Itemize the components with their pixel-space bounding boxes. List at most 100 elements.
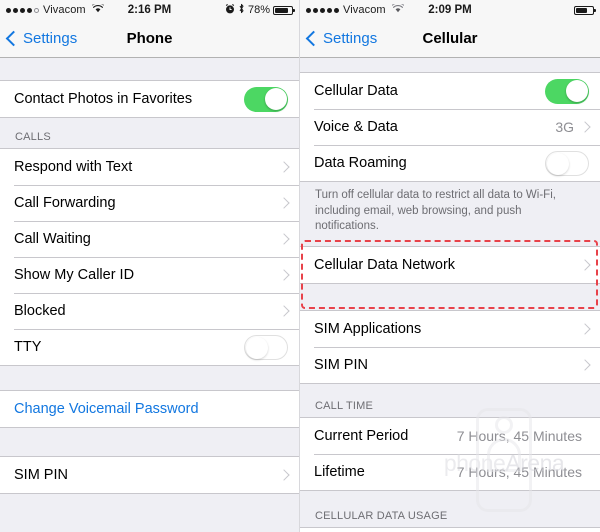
spacer-before-sim bbox=[300, 284, 600, 310]
chevron-left-icon bbox=[305, 30, 322, 47]
battery-icon bbox=[574, 5, 596, 15]
row-label: Show My Caller ID bbox=[14, 267, 135, 283]
row-label: TTY bbox=[14, 339, 42, 355]
row-call-time-current-period[interactable]: Current Period 7 Hours, 45 Minutes bbox=[300, 418, 600, 454]
group-calls: Respond with Text Call Forwarding Call W… bbox=[0, 148, 299, 366]
bluetooth-icon bbox=[238, 3, 245, 17]
wifi-icon bbox=[391, 2, 405, 16]
right-phone-screen: Vivacom 2:09 PM Settings Cellular Cellul… bbox=[300, 0, 600, 532]
group-sim-pin: SIM PIN bbox=[0, 456, 299, 494]
row-sim-pin[interactable]: SIM PIN bbox=[0, 457, 299, 493]
data-usage-header-area: CELLULAR DATA USAGE bbox=[300, 491, 600, 527]
group-contact-photos: Contact Photos in Favorites bbox=[0, 80, 299, 118]
alarm-icon bbox=[225, 3, 235, 17]
section-header-cellular-data-usage: CELLULAR DATA USAGE bbox=[315, 510, 448, 522]
row-change-voicemail-password[interactable]: Change Voicemail Password bbox=[0, 391, 299, 427]
row-data-roaming[interactable]: Data Roaming bbox=[300, 145, 600, 181]
carrier-name: Vivacom bbox=[343, 4, 386, 16]
back-button[interactable]: Settings bbox=[5, 30, 78, 47]
contact-photos-toggle[interactable] bbox=[244, 86, 288, 112]
row-label: SIM Applications bbox=[314, 321, 422, 337]
spacer-before-voicemail bbox=[0, 366, 299, 390]
row-contact-photos-in-favorites[interactable]: Contact Photos in Favorites bbox=[0, 81, 299, 117]
group-cellular-data-usage: Current Period 4.4 GB bbox=[300, 527, 600, 532]
left-settings-list[interactable]: Contact Photos in Favorites CALLS Respon… bbox=[0, 58, 299, 532]
row-data-usage-current-period[interactable]: Current Period 4.4 GB bbox=[300, 528, 600, 532]
cellular-data-footnote: Turn off cellular data to restrict all d… bbox=[315, 189, 556, 233]
chevron-right-icon bbox=[278, 305, 290, 317]
row-call-forwarding[interactable]: Call Forwarding bbox=[0, 185, 299, 221]
row-cellular-data[interactable]: Cellular Data bbox=[300, 73, 600, 109]
group-cellular-data-network: Cellular Data Network bbox=[300, 246, 600, 284]
row-sim-pin[interactable]: SIM PIN bbox=[300, 347, 600, 383]
group-voicemail: Change Voicemail Password bbox=[0, 390, 299, 428]
row-label: Call Waiting bbox=[14, 231, 91, 247]
row-label: Call Forwarding bbox=[14, 195, 116, 211]
tty-toggle[interactable] bbox=[244, 334, 288, 360]
group-sim: SIM Applications SIM PIN bbox=[300, 310, 600, 384]
left-phone-screen: Vivacom 2:16 PM 78% Settings Phone Conta… bbox=[0, 0, 300, 532]
row-label: Lifetime bbox=[314, 464, 365, 480]
wifi-icon bbox=[91, 2, 105, 16]
right-nav-bar: Settings Cellular bbox=[300, 20, 600, 58]
calls-section-header-area: CALLS bbox=[0, 118, 299, 148]
row-label: Cellular Data bbox=[314, 83, 398, 99]
row-label: Cellular Data Network bbox=[314, 257, 456, 273]
back-button-label: Settings bbox=[23, 30, 78, 47]
chevron-right-icon bbox=[579, 359, 591, 371]
right-settings-list[interactable]: Cellular Data Voice & Data 3G Data Roami… bbox=[300, 58, 600, 532]
row-tty[interactable]: TTY bbox=[0, 329, 299, 365]
right-status-bar: Vivacom 2:09 PM bbox=[300, 0, 600, 20]
left-status-indicators: 78% bbox=[225, 3, 295, 17]
chevron-left-icon bbox=[5, 30, 22, 47]
chevron-right-icon bbox=[579, 323, 591, 335]
row-value: 7 Hours, 45 Minutes bbox=[456, 428, 582, 444]
data-roaming-toggle[interactable] bbox=[545, 150, 589, 176]
signal-strength-icon bbox=[6, 7, 39, 13]
row-label: Current Period bbox=[314, 428, 409, 444]
row-label: SIM PIN bbox=[14, 467, 68, 483]
row-respond-with-text[interactable]: Respond with Text bbox=[0, 149, 299, 185]
footnote-area: Turn off cellular data to restrict all d… bbox=[300, 182, 600, 246]
chevron-right-icon bbox=[579, 121, 591, 133]
battery-percentage: 78% bbox=[247, 4, 270, 16]
right-status-carrier-area: Vivacom bbox=[306, 2, 405, 16]
chevron-right-icon bbox=[278, 233, 290, 245]
row-voice-and-data[interactable]: Voice & Data 3G bbox=[300, 109, 600, 145]
row-label: Data Roaming bbox=[314, 155, 407, 171]
row-show-my-caller-id[interactable]: Show My Caller ID bbox=[0, 257, 299, 293]
group-call-time: Current Period 7 Hours, 45 Minutes Lifet… bbox=[300, 417, 600, 491]
spacer-top bbox=[0, 58, 299, 80]
row-call-waiting[interactable]: Call Waiting bbox=[0, 221, 299, 257]
spacer-before-sim-pin bbox=[0, 428, 299, 456]
section-header-call-time: CALL TIME bbox=[315, 400, 374, 412]
signal-strength-icon bbox=[306, 7, 339, 13]
right-status-indicators bbox=[574, 5, 596, 15]
spacer-top bbox=[300, 58, 600, 72]
cellular-data-toggle[interactable] bbox=[545, 78, 589, 104]
row-call-time-lifetime[interactable]: Lifetime 7 Hours, 45 Minutes bbox=[300, 454, 600, 490]
left-status-bar: Vivacom 2:16 PM 78% bbox=[0, 0, 299, 20]
section-header-calls: CALLS bbox=[15, 131, 51, 143]
left-status-carrier-area: Vivacom bbox=[6, 2, 105, 16]
left-nav-bar: Settings Phone bbox=[0, 20, 299, 58]
row-label: Voice & Data bbox=[314, 119, 398, 135]
chevron-right-icon bbox=[278, 469, 290, 481]
chevron-right-icon bbox=[278, 197, 290, 209]
row-label: Respond with Text bbox=[14, 159, 133, 175]
group-cellular-data: Cellular Data Voice & Data 3G Data Roami… bbox=[300, 72, 600, 182]
row-label: SIM PIN bbox=[314, 357, 368, 373]
call-time-header-area: CALL TIME bbox=[300, 384, 600, 417]
row-blocked[interactable]: Blocked bbox=[0, 293, 299, 329]
row-cellular-data-network[interactable]: Cellular Data Network bbox=[300, 247, 600, 283]
row-value: 3G bbox=[555, 119, 574, 135]
row-label: Blocked bbox=[14, 303, 66, 319]
dual-screenshot-comparison: Vivacom 2:16 PM 78% Settings Phone Conta… bbox=[0, 0, 600, 532]
chevron-right-icon bbox=[278, 269, 290, 281]
chevron-right-icon bbox=[278, 161, 290, 173]
carrier-name: Vivacom bbox=[43, 4, 86, 16]
row-value: 7 Hours, 45 Minutes bbox=[456, 464, 582, 480]
row-label: Change Voicemail Password bbox=[14, 401, 199, 417]
row-sim-applications[interactable]: SIM Applications bbox=[300, 311, 600, 347]
back-button[interactable]: Settings bbox=[305, 30, 377, 47]
